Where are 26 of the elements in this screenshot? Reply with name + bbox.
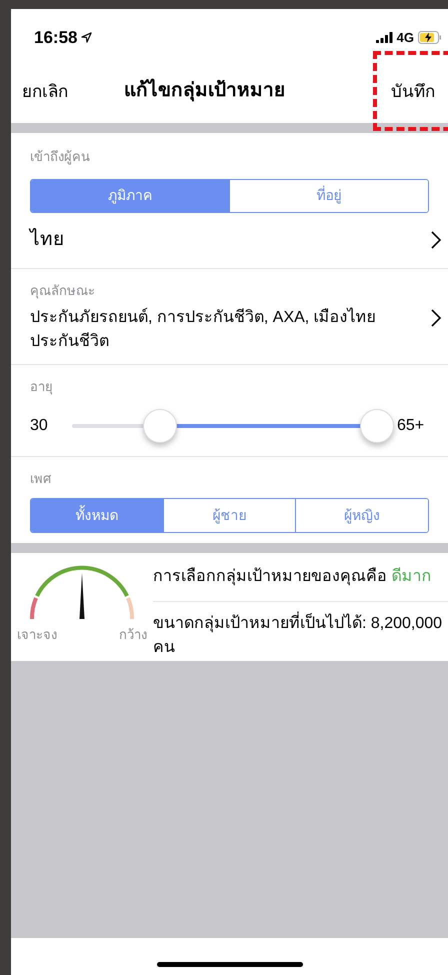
- network-type: 4G: [396, 28, 414, 47]
- segment-tab[interactable]: ภูมิภาค: [31, 180, 229, 212]
- segment-tab[interactable]: ที่อยู่: [229, 180, 428, 212]
- save-button[interactable]: บันทึก: [391, 78, 435, 104]
- battery-charging-icon: [418, 31, 442, 44]
- signal-icon: [376, 32, 393, 43]
- section-label: อายุ: [30, 378, 54, 396]
- status-time: 16:58: [34, 26, 78, 49]
- audience-quality-text: การเลือกกลุ่มเป้าหมายของคุณคือ ดีมาก: [153, 565, 448, 602]
- section-label: เข้าถึงผู้คน: [30, 148, 91, 166]
- section-label: เพศ: [30, 470, 52, 488]
- location-arrow-icon: [81, 32, 92, 43]
- nav-title: แก้ไขกลุ่มเป้าหมาย: [124, 78, 285, 104]
- region-value[interactable]: ไทย: [30, 226, 64, 254]
- gauge-label: เจาะจง: [17, 626, 57, 644]
- chevron-right-icon[interactable]: [430, 308, 442, 328]
- section-label: คุณลักษณะ: [30, 282, 96, 300]
- age-max-value: 65+: [397, 416, 424, 436]
- audience-size-text: ขนาดกลุ่มเป้าหมายที่เป็นไปได้: 8,200,000 คน: [153, 602, 448, 660]
- cancel-button[interactable]: ยกเลิก: [22, 78, 68, 104]
- attributes-value[interactable]: ประกันภัยรถยนต์, การประกันชีวิต, AXA, เมืองไทยประกันชีวิต: [30, 306, 400, 354]
- age-min-value: 30: [30, 416, 49, 436]
- chevron-right-icon[interactable]: [430, 230, 442, 250]
- segment-tab[interactable]: ทั้งหมด: [31, 499, 163, 532]
- gauge-label: กว้าง: [119, 626, 147, 644]
- segment-tab[interactable]: ผู้หญิง: [295, 499, 428, 532]
